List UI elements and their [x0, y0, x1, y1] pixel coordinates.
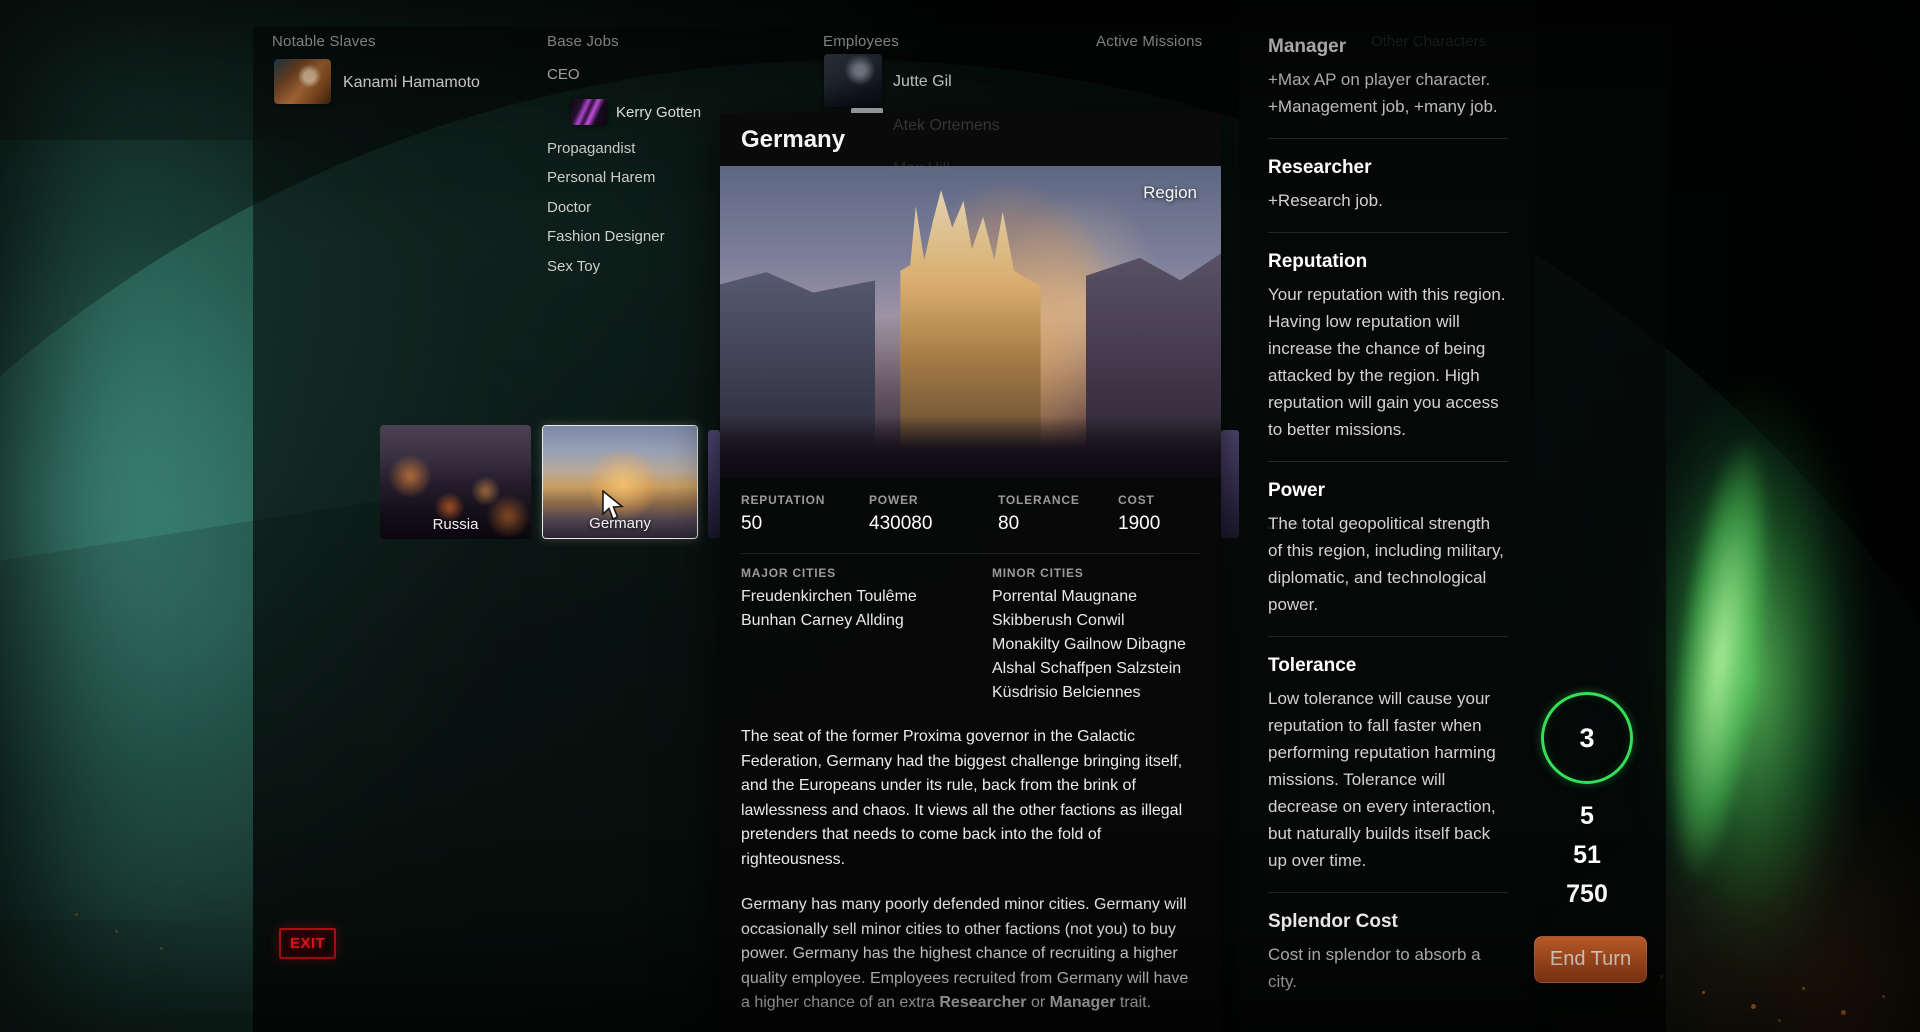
minor-cities-list: Porrental Maugnane Skibberush Conwil Mon…	[992, 585, 1186, 705]
popup-divider	[741, 553, 1200, 554]
region-hero-image	[720, 166, 1221, 478]
stat-value-cost: 1900	[1118, 513, 1160, 535]
major-city: Freudenkirchen Toulême	[741, 585, 917, 609]
game-screen: Notable Slaves Base Jobs Employees Activ…	[0, 0, 1920, 1032]
stat-label-power: POWER	[869, 493, 918, 507]
tooltip-body-splendor-cost: Cost in splendor to absorb a city.	[1268, 941, 1508, 995]
base-jobs-header: Base Jobs	[547, 33, 619, 50]
tooltip-body-tolerance: Low tolerance will cause your reputation…	[1268, 685, 1508, 874]
active-missions-header: Active Missions	[1096, 33, 1202, 50]
partial-card-right	[1221, 430, 1239, 538]
employees-header: Employees	[823, 33, 899, 50]
minor-cities-header: MINOR CITIES	[992, 566, 1084, 580]
mouse-cursor-icon	[600, 490, 628, 522]
stat-value-power: 430080	[869, 513, 932, 535]
region-description-1: The seat of the former Proxima governor …	[741, 725, 1197, 872]
tooltip-panel: Other Characters Japan America Manager +…	[1239, 0, 1535, 1032]
ceo-employee-name[interactable]: Kerry Gotten	[616, 104, 701, 121]
tooltip-title-reputation: Reputation	[1268, 251, 1508, 273]
region-detail-popup: Germany Region REPUTATION 50 POWER 43008…	[720, 113, 1221, 1032]
job-sex-toy[interactable]: Sex Toy	[547, 258, 600, 275]
minor-city: Monakilty Gailnow Dibagne	[992, 633, 1186, 657]
tooltip-divider	[1268, 892, 1508, 893]
desc2-post: trait.	[1115, 994, 1151, 1011]
major-city: Bunhan Carney Allding	[741, 609, 917, 633]
tooltip-title-manager: Manager	[1268, 36, 1508, 58]
tooltip-sections: Manager +Max AP on player character. +Ma…	[1268, 36, 1508, 995]
action-points-circle: 3	[1541, 692, 1633, 784]
job-doctor[interactable]: Doctor	[547, 199, 591, 216]
job-fashion-designer[interactable]: Fashion Designer	[547, 228, 665, 245]
end-turn-button[interactable]: End Turn	[1534, 936, 1647, 983]
notable-slaves-header: Notable Slaves	[272, 33, 376, 50]
major-cities-header: MAJOR CITIES	[741, 566, 836, 580]
tooltip-divider	[1268, 232, 1508, 233]
minor-city: Alshal Schaffpen Salzstein	[992, 657, 1186, 681]
stat-label-tolerance: TOLERANCE	[998, 493, 1080, 507]
partial-card-left	[708, 430, 720, 538]
major-cities-list: Freudenkirchen Toulême Bunhan Carney All…	[741, 585, 917, 633]
tooltip-body-manager: +Max AP on player character. +Management…	[1268, 66, 1508, 120]
minor-city: Porrental Maugnane	[992, 585, 1186, 609]
tooltip-divider	[1268, 461, 1508, 462]
hud-value-2: 51	[1539, 841, 1635, 870]
employee-name[interactable]: Jutte Gil	[893, 73, 952, 91]
popup-title: Germany	[741, 126, 845, 154]
minor-city: Küsdrisio Belciennes	[992, 681, 1186, 705]
stat-value-reputation: 50	[741, 513, 762, 535]
hud-value-1: 5	[1539, 802, 1635, 831]
stat-value-tolerance: 80	[998, 513, 1019, 535]
region-card-russia[interactable]: Russia	[380, 425, 531, 539]
tooltip-divider	[1268, 138, 1508, 139]
hero-foreground	[720, 416, 1221, 478]
desc2-mid: or	[1027, 994, 1050, 1011]
region-description-2: Germany has many poorly defended minor c…	[741, 893, 1197, 1016]
tooltip-title-researcher: Researcher	[1268, 157, 1508, 179]
hud-value-3: 750	[1539, 880, 1635, 909]
minor-city: Skibberush Conwil	[992, 609, 1186, 633]
exit-button[interactable]: EXIT	[279, 928, 336, 959]
notable-slave-name[interactable]: Kanami Hamamoto	[343, 74, 480, 92]
kerry-gotten-avatar[interactable]	[571, 99, 607, 125]
action-points-value: 3	[1579, 723, 1594, 754]
tooltip-divider	[1268, 636, 1508, 637]
kanami-avatar[interactable]	[274, 59, 331, 104]
tooltip-body-reputation: Your reputation with this region. Having…	[1268, 281, 1508, 443]
job-personal-harem[interactable]: Personal Harem	[547, 169, 655, 186]
jutte-gil-avatar[interactable]	[824, 54, 882, 107]
tooltip-title-tolerance: Tolerance	[1268, 655, 1508, 677]
russia-card-label: Russia	[380, 516, 531, 533]
tooltip-body-researcher: +Research job.	[1268, 187, 1508, 214]
tooltip-title-power: Power	[1268, 480, 1508, 502]
stat-label-cost: COST	[1118, 493, 1155, 507]
job-ceo[interactable]: CEO	[547, 66, 580, 83]
tooltip-body-power: The total geopolitical strength of this …	[1268, 510, 1508, 618]
hero-cathedral-spires	[900, 185, 1040, 453]
desc2-researcher: Researcher	[939, 994, 1026, 1011]
job-propagandist[interactable]: Propagandist	[547, 140, 635, 157]
stat-label-reputation: REPUTATION	[741, 493, 825, 507]
region-type-badge: Region	[1143, 183, 1197, 203]
desc2-manager: Manager	[1050, 994, 1116, 1011]
tooltip-title-splendor-cost: Splendor Cost	[1268, 911, 1508, 933]
